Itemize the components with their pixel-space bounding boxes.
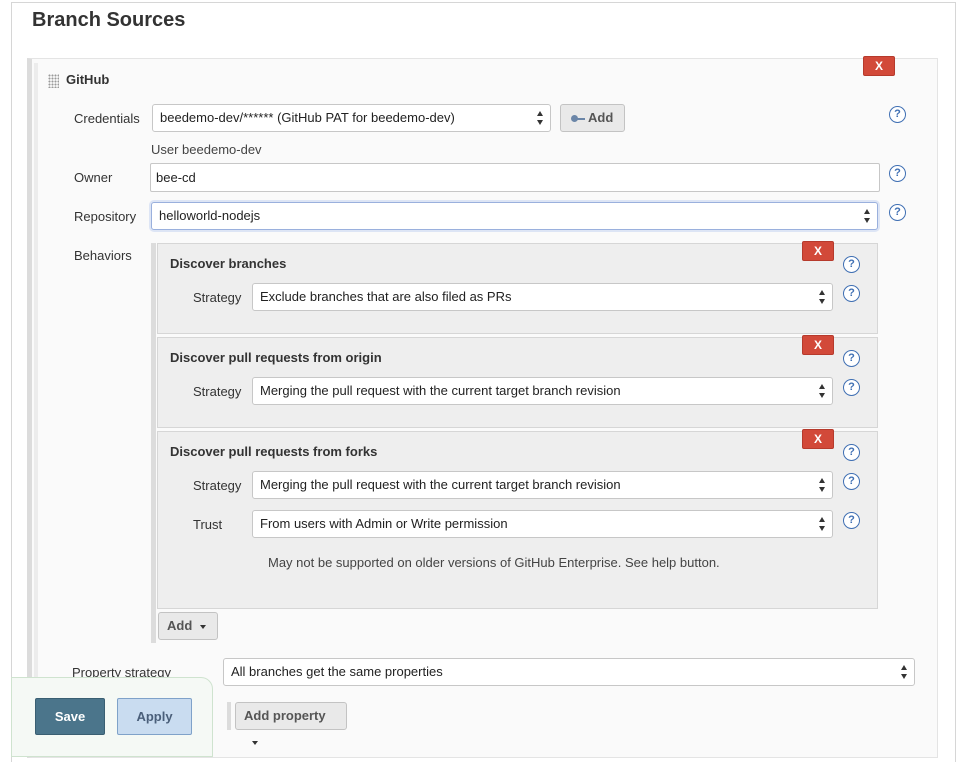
select-arrows-icon <box>819 290 826 304</box>
behavior-title: Discover pull requests from origin <box>170 350 382 365</box>
behaviors-rail <box>151 243 156 643</box>
key-icon <box>571 114 585 123</box>
repository-select[interactable]: helloworld-nodejs <box>151 202 878 230</box>
credentials-user-note: User beedemo-dev <box>151 142 262 157</box>
help-icon[interactable]: ? <box>843 285 860 302</box>
chevron-down-icon <box>200 624 207 629</box>
credentials-label: Credentials <box>74 111 140 126</box>
add-behavior-label: Add <box>167 618 193 633</box>
strategy-value: Merging the pull request with the curren… <box>260 383 621 398</box>
select-arrows-icon <box>537 111 544 125</box>
strategy-select[interactable]: Exclude branches that are also filed as … <box>252 283 833 311</box>
strategy-value: Merging the pull request with the curren… <box>260 477 621 492</box>
select-arrows-icon <box>819 478 826 492</box>
help-icon[interactable]: ? <box>843 444 860 461</box>
help-icon[interactable]: ? <box>889 204 906 221</box>
trust-value: From users with Admin or Write permissio… <box>260 516 508 531</box>
credentials-select[interactable]: beedemo-dev/****** (GitHub PAT for beede… <box>152 104 551 132</box>
trust-note: May not be supported on older versions o… <box>268 555 720 570</box>
drag-handle-icon[interactable] <box>48 74 59 88</box>
select-arrows-icon <box>819 517 826 531</box>
behavior-title: Discover pull requests from forks <box>170 444 378 459</box>
strategy-label: Strategy <box>193 384 242 399</box>
delete-behavior-button[interactable]: X <box>802 241 834 261</box>
behavior-title: Discover branches <box>170 256 287 271</box>
owner-input[interactable]: bee-cd <box>150 163 880 192</box>
section-title: Branch Sources <box>32 9 186 31</box>
strategy-label: Strategy <box>193 290 242 305</box>
strategy-label: Strategy <box>193 478 242 493</box>
select-arrows-icon <box>819 384 826 398</box>
add-property-button[interactable]: Add property <box>235 702 347 745</box>
help-icon[interactable]: ? <box>843 512 860 529</box>
github-source-rail <box>34 63 38 753</box>
github-source-title: GitHub <box>66 72 110 87</box>
select-arrows-icon <box>864 209 871 223</box>
delete-github-source-button[interactable]: X <box>863 56 895 76</box>
add-property-label: Add property <box>244 708 326 723</box>
trust-label: Trust <box>193 517 223 532</box>
chevron-down-icon <box>252 740 258 745</box>
add-credentials-label: Add <box>588 110 614 125</box>
property-strategy-select[interactable]: All branches get the same properties <box>223 658 915 686</box>
delete-behavior-button[interactable]: X <box>802 429 834 449</box>
repository-label: Repository <box>74 209 137 224</box>
add-credentials-button[interactable]: Add <box>560 104 625 132</box>
strategy-select[interactable]: Merging the pull request with the curren… <box>252 377 833 405</box>
delete-behavior-button[interactable]: X <box>802 335 834 355</box>
repository-value: helloworld-nodejs <box>159 208 261 223</box>
select-arrows-icon <box>901 665 908 679</box>
save-button[interactable]: Save <box>35 698 105 735</box>
apply-button[interactable]: Apply <box>117 698 192 735</box>
trust-select[interactable]: From users with Admin or Write permissio… <box>252 510 833 538</box>
property-strategy-value: All branches get the same properties <box>231 664 443 679</box>
help-icon[interactable]: ? <box>843 379 860 396</box>
help-icon[interactable]: ? <box>889 165 906 182</box>
help-icon[interactable]: ? <box>843 473 860 490</box>
help-icon[interactable]: ? <box>843 256 860 273</box>
credentials-value: beedemo-dev/****** (GitHub PAT for beede… <box>160 110 455 125</box>
add-behavior-button[interactable]: Add <box>158 612 218 640</box>
strategy-select[interactable]: Merging the pull request with the curren… <box>252 471 833 499</box>
owner-label: Owner <box>74 170 113 185</box>
behaviors-label: Behaviors <box>74 248 132 263</box>
help-icon[interactable]: ? <box>843 350 860 367</box>
property-rail <box>227 702 231 730</box>
strategy-value: Exclude branches that are also filed as … <box>260 289 512 304</box>
help-icon[interactable]: ? <box>889 106 906 123</box>
